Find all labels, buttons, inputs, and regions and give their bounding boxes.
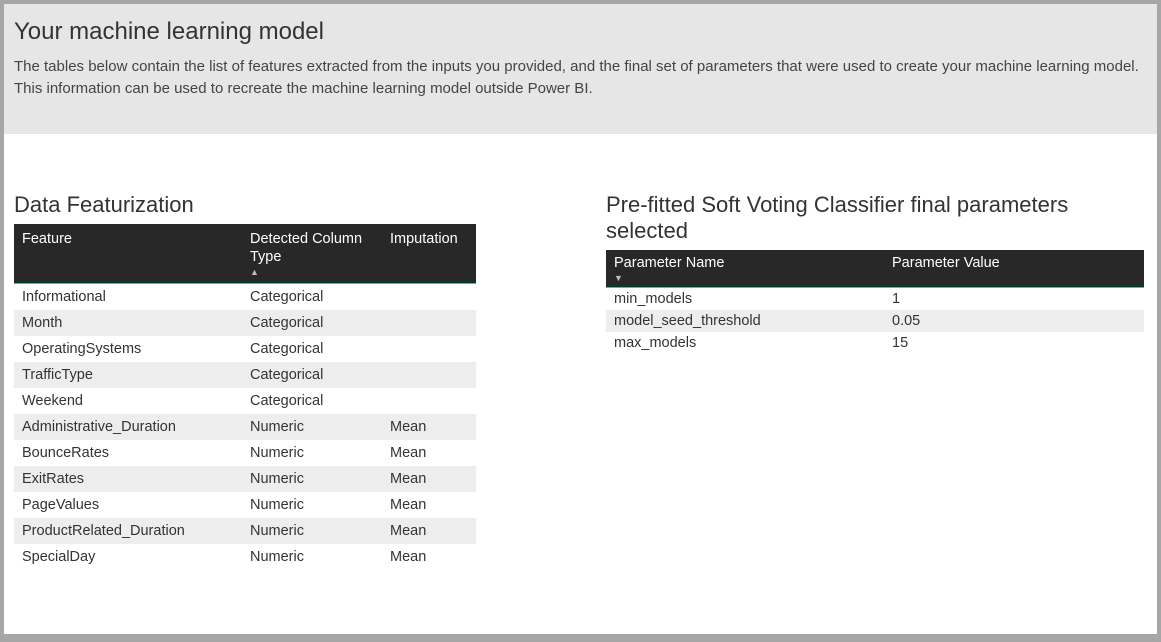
cell-type: Categorical: [242, 362, 382, 388]
cell-param-value: 0.05: [884, 310, 1144, 332]
cell-type: Categorical: [242, 336, 382, 362]
cell-feature: PageValues: [14, 492, 242, 518]
featurization-title: Data Featurization: [14, 192, 476, 218]
table-row[interactable]: model_seed_threshold0.05: [606, 310, 1144, 332]
cell-feature: ProductRelated_Duration: [14, 518, 242, 544]
sort-asc-icon: ▲: [250, 268, 374, 277]
featurization-table: Feature Detected Column Type ▲ Imputatio…: [14, 224, 476, 570]
table-row[interactable]: ProductRelated_DurationNumericMean: [14, 518, 476, 544]
sort-desc-icon: ▼: [614, 274, 876, 283]
cell-feature: ExitRates: [14, 466, 242, 492]
cell-feature: Month: [14, 310, 242, 336]
page-title: Your machine learning model: [14, 18, 1147, 46]
cell-imputation: [382, 336, 476, 362]
col-label: Parameter Name: [614, 254, 876, 272]
featurization-section: Data Featurization Feature Detected Colu…: [14, 192, 476, 570]
parameters-title: Pre-fitted Soft Voting Classifier final …: [606, 192, 1144, 244]
parameters-col-name[interactable]: Parameter Name ▼: [606, 250, 884, 288]
cell-imputation: Mean: [382, 466, 476, 492]
cell-feature: Administrative_Duration: [14, 414, 242, 440]
featurization-col-imputation[interactable]: Imputation: [382, 224, 476, 284]
col-label: Feature: [22, 230, 234, 248]
cell-type: Numeric: [242, 518, 382, 544]
cell-type: Numeric: [242, 414, 382, 440]
cell-param-value: 15: [884, 332, 1144, 354]
cell-imputation: Mean: [382, 414, 476, 440]
cell-imputation: [382, 388, 476, 414]
cell-imputation: Mean: [382, 492, 476, 518]
cell-feature: SpecialDay: [14, 544, 242, 570]
cell-imputation: Mean: [382, 518, 476, 544]
table-row[interactable]: WeekendCategorical: [14, 388, 476, 414]
report-body: Data Featurization Feature Detected Colu…: [4, 134, 1157, 580]
cell-feature: OperatingSystems: [14, 336, 242, 362]
cell-param-name: min_models: [606, 287, 884, 310]
table-row[interactable]: min_models1: [606, 287, 1144, 310]
cell-type: Categorical: [242, 388, 382, 414]
table-row[interactable]: max_models15: [606, 332, 1144, 354]
col-label: Imputation: [390, 230, 468, 248]
featurization-col-type[interactable]: Detected Column Type ▲: [242, 224, 382, 284]
cell-feature: Weekend: [14, 388, 242, 414]
col-label: Parameter Value: [892, 254, 1136, 272]
cell-imputation: [382, 283, 476, 310]
table-row[interactable]: BounceRatesNumericMean: [14, 440, 476, 466]
table-row[interactable]: InformationalCategorical: [14, 283, 476, 310]
parameters-section: Pre-fitted Soft Voting Classifier final …: [606, 192, 1144, 570]
cell-feature: BounceRates: [14, 440, 242, 466]
page-description: The tables below contain the list of fea…: [14, 56, 1147, 100]
cell-type: Numeric: [242, 440, 382, 466]
table-row[interactable]: MonthCategorical: [14, 310, 476, 336]
cell-type: Numeric: [242, 544, 382, 570]
table-row[interactable]: TrafficTypeCategorical: [14, 362, 476, 388]
cell-feature: Informational: [14, 283, 242, 310]
cell-imputation: [382, 310, 476, 336]
report-header: Your machine learning model The tables b…: [4, 4, 1157, 134]
table-row[interactable]: ExitRatesNumericMean: [14, 466, 476, 492]
parameters-col-value[interactable]: Parameter Value: [884, 250, 1144, 288]
cell-param-name: max_models: [606, 332, 884, 354]
cell-type: Numeric: [242, 466, 382, 492]
table-row[interactable]: OperatingSystemsCategorical: [14, 336, 476, 362]
table-row[interactable]: PageValuesNumericMean: [14, 492, 476, 518]
report-frame: Your machine learning model The tables b…: [4, 4, 1157, 634]
cell-type: Numeric: [242, 492, 382, 518]
cell-imputation: [382, 362, 476, 388]
cell-feature: TrafficType: [14, 362, 242, 388]
cell-imputation: Mean: [382, 544, 476, 570]
cell-type: Categorical: [242, 283, 382, 310]
parameters-table: Parameter Name ▼ Parameter Value min_mod…: [606, 250, 1144, 354]
featurization-col-feature[interactable]: Feature: [14, 224, 242, 284]
cell-param-name: model_seed_threshold: [606, 310, 884, 332]
table-row[interactable]: Administrative_DurationNumericMean: [14, 414, 476, 440]
table-row[interactable]: SpecialDayNumericMean: [14, 544, 476, 570]
col-label: Detected Column Type: [250, 230, 374, 266]
cell-imputation: Mean: [382, 440, 476, 466]
cell-type: Categorical: [242, 310, 382, 336]
cell-param-value: 1: [884, 287, 1144, 310]
